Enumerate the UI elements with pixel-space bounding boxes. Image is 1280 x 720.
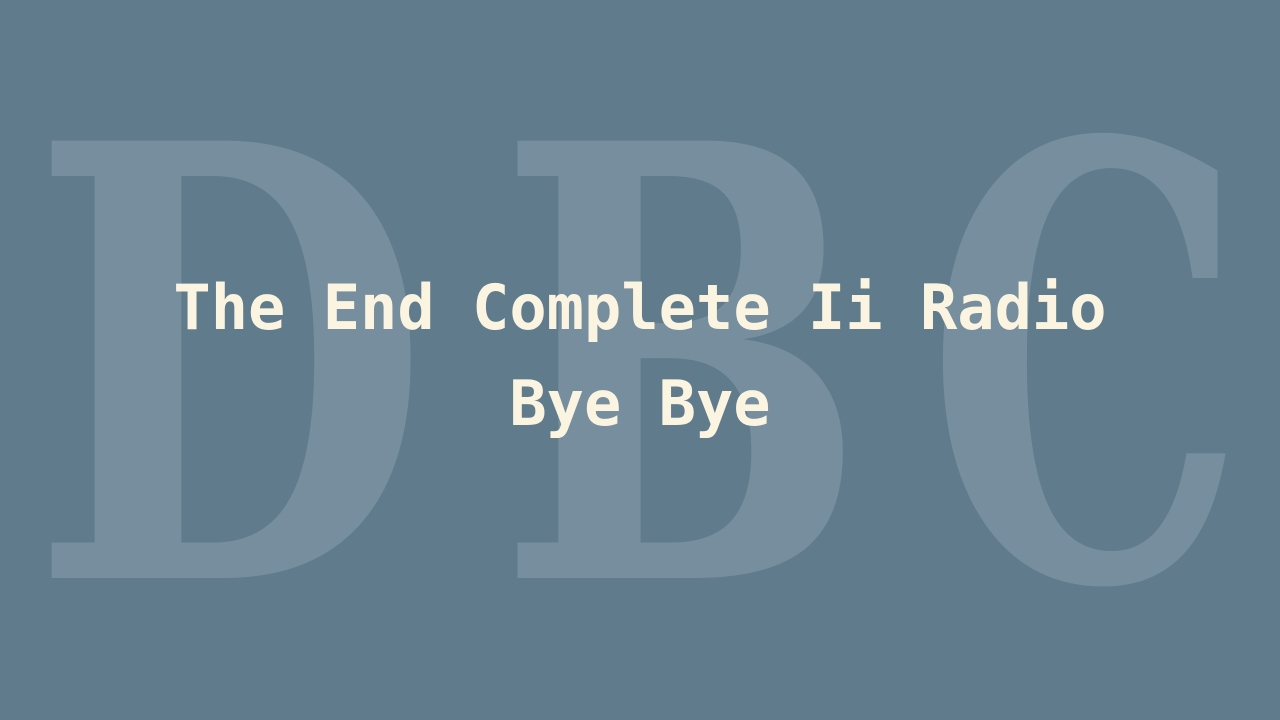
title-container: The End Complete Ii Radio Bye Bye	[0, 0, 1280, 720]
title-line-1: The End Complete Ii Radio	[173, 271, 1107, 344]
slide-title: The End Complete Ii Radio Bye Bye	[90, 260, 1190, 452]
title-line-2: Bye Bye	[509, 367, 771, 440]
